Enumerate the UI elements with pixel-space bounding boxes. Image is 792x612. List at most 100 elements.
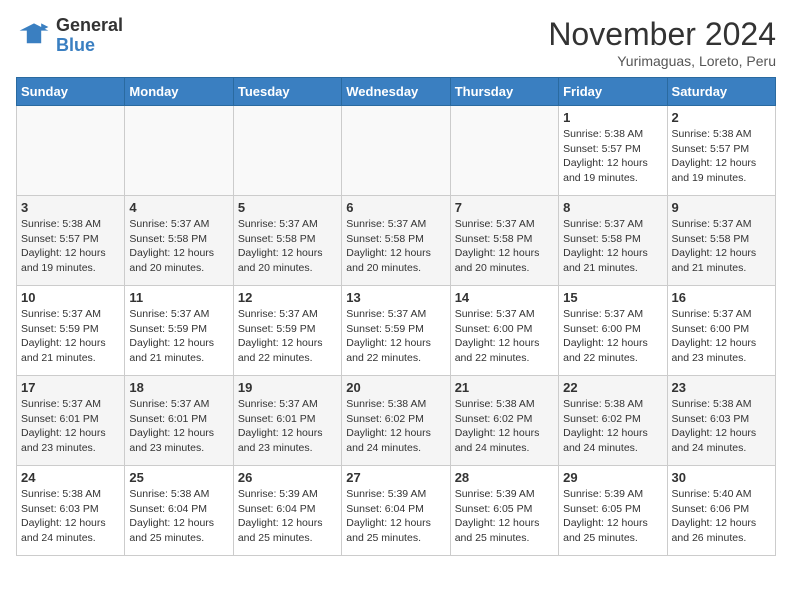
day-number: 1 bbox=[563, 110, 662, 125]
day-number: 13 bbox=[346, 290, 445, 305]
day-info: Sunrise: 5:40 AM Sunset: 6:06 PM Dayligh… bbox=[672, 487, 771, 546]
day-number: 26 bbox=[238, 470, 337, 485]
calendar-cell: 11 Sunrise: 5:37 AM Sunset: 5:59 PM Dayli… bbox=[125, 286, 233, 376]
day-info: Sunrise: 5:37 AM Sunset: 5:59 PM Dayligh… bbox=[129, 307, 228, 366]
day-number: 14 bbox=[455, 290, 554, 305]
logo-text: General Blue bbox=[56, 16, 123, 56]
calendar-cell: 13 Sunrise: 5:37 AM Sunset: 5:59 PM Dayli… bbox=[342, 286, 450, 376]
day-number: 4 bbox=[129, 200, 228, 215]
day-info: Sunrise: 5:37 AM Sunset: 6:01 PM Dayligh… bbox=[21, 397, 120, 456]
calendar-week-row: 24 Sunrise: 5:38 AM Sunset: 6:03 PM Dayli… bbox=[17, 466, 776, 556]
calendar-cell: 20 Sunrise: 5:38 AM Sunset: 6:02 PM Dayli… bbox=[342, 376, 450, 466]
calendar-cell: 7Sunrise: 5:37 AM Sunset: 5:58 PM Daylig… bbox=[450, 196, 558, 286]
calendar-cell: 1 Sunrise: 5:38 AM Sunset: 5:57 PM Daylig… bbox=[559, 106, 667, 196]
calendar-cell: 19 Sunrise: 5:37 AM Sunset: 6:01 PM Dayli… bbox=[233, 376, 341, 466]
calendar-week-row: 10 Sunrise: 5:37 AM Sunset: 5:59 PM Dayli… bbox=[17, 286, 776, 376]
day-info: Sunrise: 5:37 AM Sunset: 6:00 PM Dayligh… bbox=[455, 307, 554, 366]
day-info: Sunrise: 5:37 AM Sunset: 5:59 PM Dayligh… bbox=[21, 307, 120, 366]
day-info: Sunrise: 5:37 AM Sunset: 5:58 PM Dayligh… bbox=[129, 217, 228, 276]
calendar-cell: 21 Sunrise: 5:38 AM Sunset: 6:02 PM Dayli… bbox=[450, 376, 558, 466]
day-info: Sunrise: 5:38 AM Sunset: 6:03 PM Dayligh… bbox=[672, 397, 771, 456]
day-info: Sunrise: 5:37 AM Sunset: 6:00 PM Dayligh… bbox=[672, 307, 771, 366]
day-number: 8 bbox=[563, 200, 662, 215]
day-number: 6 bbox=[346, 200, 445, 215]
day-number: 12 bbox=[238, 290, 337, 305]
calendar-cell: 27 Sunrise: 5:39 AM Sunset: 6:04 PM Dayli… bbox=[342, 466, 450, 556]
calendar-cell: 15Sunrise: 5:37 AM Sunset: 6:00 PM Dayli… bbox=[559, 286, 667, 376]
page-header: General Blue November 2024 Yurimaguas, L… bbox=[16, 16, 776, 69]
day-info: Sunrise: 5:37 AM Sunset: 6:01 PM Dayligh… bbox=[238, 397, 337, 456]
location: Yurimaguas, Loreto, Peru bbox=[548, 53, 776, 69]
calendar-cell: 8 Sunrise: 5:37 AM Sunset: 5:58 PM Daylig… bbox=[559, 196, 667, 286]
day-info: Sunrise: 5:37 AM Sunset: 6:01 PM Dayligh… bbox=[129, 397, 228, 456]
calendar-cell: 16 Sunrise: 5:37 AM Sunset: 6:00 PM Dayli… bbox=[667, 286, 775, 376]
calendar-week-row: 1 Sunrise: 5:38 AM Sunset: 5:57 PM Daylig… bbox=[17, 106, 776, 196]
month-title: November 2024 bbox=[548, 16, 776, 53]
day-number: 5 bbox=[238, 200, 337, 215]
calendar-cell: 29 Sunrise: 5:39 AM Sunset: 6:05 PM Dayli… bbox=[559, 466, 667, 556]
day-info: Sunrise: 5:38 AM Sunset: 6:02 PM Dayligh… bbox=[455, 397, 554, 456]
day-number: 24 bbox=[21, 470, 120, 485]
day-info: Sunrise: 5:37 AM Sunset: 5:58 PM Dayligh… bbox=[455, 217, 554, 276]
day-info: Sunrise: 5:37 AM Sunset: 5:59 PM Dayligh… bbox=[238, 307, 337, 366]
calendar-cell bbox=[17, 106, 125, 196]
day-number: 17 bbox=[21, 380, 120, 395]
calendar-cell bbox=[125, 106, 233, 196]
calendar-cell: 3Sunrise: 5:38 AM Sunset: 5:57 PM Daylig… bbox=[17, 196, 125, 286]
calendar-cell: 24 Sunrise: 5:38 AM Sunset: 6:03 PM Dayli… bbox=[17, 466, 125, 556]
day-number: 15 bbox=[563, 290, 662, 305]
day-number: 19 bbox=[238, 380, 337, 395]
calendar-cell bbox=[450, 106, 558, 196]
day-header-wednesday: Wednesday bbox=[342, 78, 450, 106]
day-number: 20 bbox=[346, 380, 445, 395]
day-info: Sunrise: 5:39 AM Sunset: 6:05 PM Dayligh… bbox=[455, 487, 554, 546]
day-number: 16 bbox=[672, 290, 771, 305]
calendar-cell: 4 Sunrise: 5:37 AM Sunset: 5:58 PM Daylig… bbox=[125, 196, 233, 286]
calendar-cell bbox=[342, 106, 450, 196]
day-number: 21 bbox=[455, 380, 554, 395]
calendar-cell: 22Sunrise: 5:38 AM Sunset: 6:02 PM Dayli… bbox=[559, 376, 667, 466]
day-info: Sunrise: 5:39 AM Sunset: 6:04 PM Dayligh… bbox=[346, 487, 445, 546]
calendar-cell: 6Sunrise: 5:37 AM Sunset: 5:58 PM Daylig… bbox=[342, 196, 450, 286]
day-header-saturday: Saturday bbox=[667, 78, 775, 106]
calendar-cell: 23 Sunrise: 5:38 AM Sunset: 6:03 PM Dayli… bbox=[667, 376, 775, 466]
day-info: Sunrise: 5:38 AM Sunset: 6:03 PM Dayligh… bbox=[21, 487, 120, 546]
day-number: 2 bbox=[672, 110, 771, 125]
calendar-cell: 12 Sunrise: 5:37 AM Sunset: 5:59 PM Dayli… bbox=[233, 286, 341, 376]
day-number: 11 bbox=[129, 290, 228, 305]
day-header-thursday: Thursday bbox=[450, 78, 558, 106]
day-info: Sunrise: 5:38 AM Sunset: 6:02 PM Dayligh… bbox=[563, 397, 662, 456]
calendar-cell: 30 Sunrise: 5:40 AM Sunset: 6:06 PM Dayli… bbox=[667, 466, 775, 556]
day-number: 29 bbox=[563, 470, 662, 485]
day-number: 9 bbox=[672, 200, 771, 215]
calendar-cell: 14 Sunrise: 5:37 AM Sunset: 6:00 PM Dayli… bbox=[450, 286, 558, 376]
calendar-cell: 18 Sunrise: 5:37 AM Sunset: 6:01 PM Dayli… bbox=[125, 376, 233, 466]
day-number: 27 bbox=[346, 470, 445, 485]
calendar-header-row: SundayMondayTuesdayWednesdayThursdayFrid… bbox=[17, 78, 776, 106]
day-info: Sunrise: 5:39 AM Sunset: 6:04 PM Dayligh… bbox=[238, 487, 337, 546]
day-number: 23 bbox=[672, 380, 771, 395]
day-header-sunday: Sunday bbox=[17, 78, 125, 106]
calendar-cell bbox=[233, 106, 341, 196]
day-number: 28 bbox=[455, 470, 554, 485]
day-number: 30 bbox=[672, 470, 771, 485]
day-number: 25 bbox=[129, 470, 228, 485]
logo: General Blue bbox=[16, 16, 123, 56]
day-info: Sunrise: 5:38 AM Sunset: 5:57 PM Dayligh… bbox=[672, 127, 771, 186]
day-info: Sunrise: 5:37 AM Sunset: 5:58 PM Dayligh… bbox=[672, 217, 771, 276]
calendar-cell: 26 Sunrise: 5:39 AM Sunset: 6:04 PM Dayli… bbox=[233, 466, 341, 556]
day-number: 18 bbox=[129, 380, 228, 395]
calendar-cell: 25 Sunrise: 5:38 AM Sunset: 6:04 PM Dayli… bbox=[125, 466, 233, 556]
day-number: 10 bbox=[21, 290, 120, 305]
day-info: Sunrise: 5:38 AM Sunset: 6:02 PM Dayligh… bbox=[346, 397, 445, 456]
calendar-cell: 2 Sunrise: 5:38 AM Sunset: 5:57 PM Daylig… bbox=[667, 106, 775, 196]
day-info: Sunrise: 5:38 AM Sunset: 5:57 PM Dayligh… bbox=[563, 127, 662, 186]
calendar-cell: 9 Sunrise: 5:37 AM Sunset: 5:58 PM Daylig… bbox=[667, 196, 775, 286]
day-info: Sunrise: 5:38 AM Sunset: 6:04 PM Dayligh… bbox=[129, 487, 228, 546]
day-info: Sunrise: 5:37 AM Sunset: 5:58 PM Dayligh… bbox=[563, 217, 662, 276]
day-info: Sunrise: 5:37 AM Sunset: 5:59 PM Dayligh… bbox=[346, 307, 445, 366]
calendar-week-row: 3Sunrise: 5:38 AM Sunset: 5:57 PM Daylig… bbox=[17, 196, 776, 286]
title-block: November 2024 Yurimaguas, Loreto, Peru bbox=[548, 16, 776, 69]
day-header-monday: Monday bbox=[125, 78, 233, 106]
day-info: Sunrise: 5:39 AM Sunset: 6:05 PM Dayligh… bbox=[563, 487, 662, 546]
